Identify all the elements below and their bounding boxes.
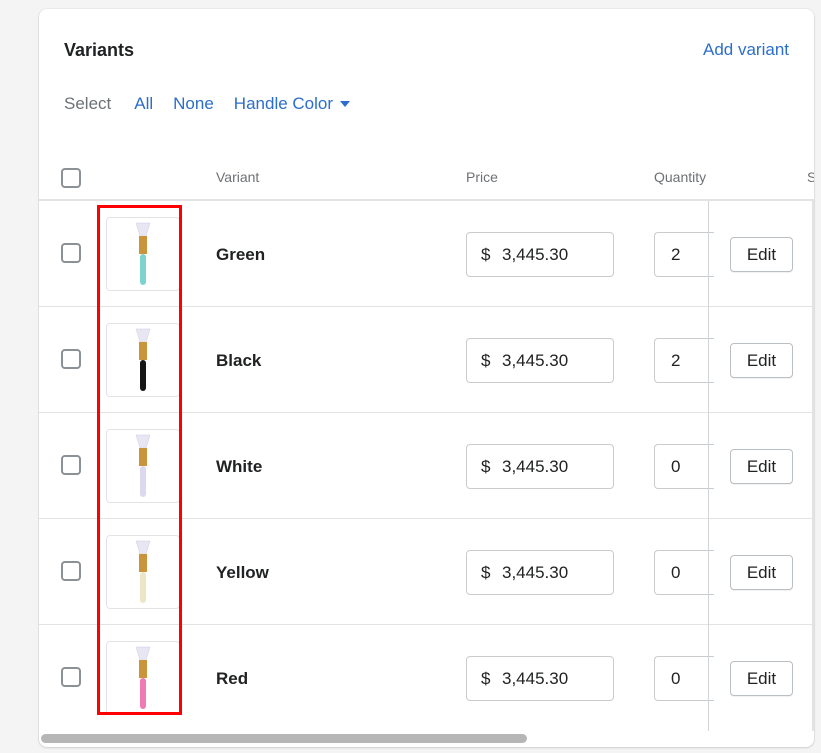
- header-quantity: Quantity: [654, 169, 707, 185]
- header-price: Price: [466, 169, 498, 185]
- variant-thumbnail[interactable]: [106, 323, 180, 397]
- row-checkbox[interactable]: [61, 455, 81, 475]
- variant-name: Green: [216, 245, 266, 264]
- caret-down-icon: [340, 100, 351, 107]
- price-input[interactable]: $ 3,445.30: [466, 444, 614, 489]
- bristle-shape: [135, 328, 151, 343]
- quantity-input[interactable]: 2: [654, 338, 714, 383]
- price-input[interactable]: $ 3,445.30: [466, 338, 614, 383]
- right-edge-line: [812, 201, 814, 731]
- handle-shape: [140, 572, 146, 603]
- table-row: Black $ 3,445.30 2 Edit: [39, 307, 814, 413]
- ferrule-shape: [139, 660, 147, 678]
- price-input[interactable]: $ 3,445.30: [466, 656, 614, 701]
- variant-name: White: [216, 457, 263, 476]
- table-header: Variant Price Quantity S: [39, 161, 814, 199]
- price-value: 3,445.30: [502, 457, 569, 476]
- sticky-column-divider: [708, 201, 709, 731]
- bristle-shape: [135, 540, 151, 555]
- edit-button[interactable]: Edit: [730, 343, 793, 378]
- brush-image-icon: [135, 540, 151, 603]
- currency-symbol: $: [481, 245, 491, 264]
- handle-color-label: Handle Color: [233, 94, 334, 113]
- price-value: 3,445.30: [502, 351, 569, 370]
- variant-thumbnail[interactable]: [106, 217, 180, 291]
- select-label: Select: [64, 94, 112, 113]
- select-bar: Select All None Handle Color: [64, 94, 370, 114]
- card-title: Variants: [64, 40, 135, 60]
- add-variant-link[interactable]: Add variant: [703, 40, 789, 60]
- quantity-input[interactable]: 2: [654, 232, 714, 277]
- handle-shape: [140, 466, 146, 497]
- variant-thumbnail[interactable]: [106, 535, 180, 609]
- edit-button[interactable]: Edit: [730, 661, 793, 696]
- ferrule-shape: [139, 554, 147, 572]
- variants-card: Variants Add variant Select All None Han…: [39, 9, 814, 747]
- quantity-input[interactable]: 0: [654, 444, 714, 489]
- variant-name: Black: [216, 351, 262, 370]
- edit-button[interactable]: Edit: [730, 237, 793, 272]
- edit-button[interactable]: Edit: [730, 449, 793, 484]
- ferrule-shape: [139, 236, 147, 254]
- select-all-link[interactable]: All: [134, 94, 153, 114]
- bristle-shape: [135, 434, 151, 449]
- ferrule-shape: [139, 342, 147, 360]
- variant-name: Yellow: [216, 563, 269, 582]
- currency-symbol: $: [481, 351, 491, 370]
- price-value: 3,445.30: [502, 669, 569, 688]
- brush-image-icon: [135, 434, 151, 497]
- ferrule-shape: [139, 448, 147, 466]
- table-row: Red $ 3,445.30 0 Edit: [39, 625, 814, 731]
- handle-color-dropdown[interactable]: Handle Color: [233, 94, 351, 114]
- horizontal-scrollbar[interactable]: [41, 734, 527, 743]
- handle-shape: [140, 254, 146, 285]
- currency-symbol: $: [481, 457, 491, 476]
- handle-shape: [140, 678, 146, 709]
- bristle-shape: [135, 222, 151, 237]
- price-input[interactable]: $ 3,445.30: [466, 232, 614, 277]
- quantity-input[interactable]: 0: [654, 550, 714, 595]
- select-none-link[interactable]: None: [173, 94, 214, 114]
- price-value: 3,445.30: [502, 245, 569, 264]
- currency-symbol: $: [481, 563, 491, 582]
- select-all-checkbox[interactable]: [61, 168, 81, 188]
- table-row: Green $ 3,445.30 2 Edit: [39, 201, 814, 307]
- edit-button[interactable]: Edit: [730, 555, 793, 590]
- handle-shape: [140, 360, 146, 391]
- brush-image-icon: [135, 328, 151, 391]
- row-checkbox[interactable]: [61, 243, 81, 263]
- table-row: White $ 3,445.30 0 Edit: [39, 413, 814, 519]
- price-value: 3,445.30: [502, 563, 569, 582]
- header-next-column: S: [807, 169, 814, 185]
- row-checkbox[interactable]: [61, 667, 81, 687]
- row-checkbox[interactable]: [61, 349, 81, 369]
- variant-thumbnail[interactable]: [106, 429, 180, 503]
- currency-symbol: $: [481, 669, 491, 688]
- price-input[interactable]: $ 3,445.30: [466, 550, 614, 595]
- bristle-shape: [135, 646, 151, 661]
- variant-name: Red: [216, 669, 249, 688]
- table-row: Yellow $ 3,445.30 0 Edit: [39, 519, 814, 625]
- brush-image-icon: [135, 646, 151, 709]
- header-variant: Variant: [216, 169, 260, 185]
- row-checkbox[interactable]: [61, 561, 81, 581]
- quantity-input[interactable]: 0: [654, 656, 714, 701]
- brush-image-icon: [135, 222, 151, 285]
- variant-thumbnail[interactable]: [106, 641, 180, 715]
